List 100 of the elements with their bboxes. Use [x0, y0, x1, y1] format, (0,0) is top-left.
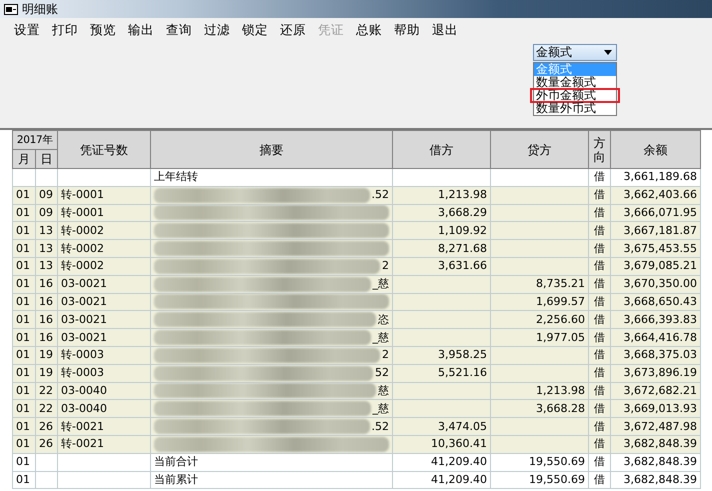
table-cell: 03-0021 — [58, 275, 151, 294]
column-header: 日 — [36, 150, 58, 168]
table-cell: 借 — [588, 168, 611, 186]
column-header: 月 — [12, 150, 36, 168]
table-cell: 52 — [375, 366, 390, 380]
table-cell: 01 — [12, 328, 36, 346]
menu-item[interactable]: 预览 — [84, 21, 122, 39]
table-cell: 上年结转 — [150, 168, 393, 186]
table-cell — [36, 453, 58, 472]
table-cell: 3,667,181.87 — [610, 222, 701, 240]
table-cell: 3,666,071.95 — [610, 204, 701, 222]
format-dropdown[interactable]: 金额式 — [533, 44, 617, 61]
table-cell: 16 — [36, 328, 58, 346]
window-icon — [4, 4, 18, 14]
table-cell: 慈 — [378, 384, 390, 398]
table-cell: 01 — [12, 471, 36, 489]
table-cell: 3,682,848.39 — [610, 471, 701, 489]
table-cell: 03-0021 — [58, 310, 151, 329]
table-cell: 3,673,896.19 — [610, 364, 701, 382]
table-cell: 3,662,403.66 — [610, 186, 701, 204]
table-cell: 借 — [588, 400, 611, 418]
table-cell: 03-0040 — [58, 382, 151, 400]
table-cell: 09 — [36, 186, 58, 204]
table-cell: 借 — [588, 240, 611, 258]
table-cell: 5,521.16 — [392, 364, 491, 382]
menu-item[interactable]: 帮助 — [388, 21, 426, 39]
table-cell: 16 — [36, 310, 58, 329]
menu-item[interactable]: 过滤 — [198, 21, 236, 39]
table-cell: 01 — [12, 186, 36, 204]
table-cell: 3,668,375.03 — [610, 346, 701, 364]
table-cell: 借 — [588, 328, 611, 346]
table-cell: 2 — [382, 259, 390, 274]
table-cell: 借 — [588, 257, 611, 276]
table-cell: 03-0021 — [58, 328, 151, 346]
caret-icon — [604, 50, 612, 55]
table-cell: 26 — [36, 435, 58, 454]
table-cell: 01 — [12, 346, 36, 364]
table-cell: 转-0002 — [58, 240, 151, 258]
table-cell: 3,675,453.55 — [610, 240, 701, 258]
table-cell: 借 — [588, 453, 611, 472]
table-cell: 借 — [588, 364, 611, 382]
table-cell: 26 — [36, 418, 58, 436]
table-cell: 3,474.05 — [392, 418, 491, 436]
table-cell: 1,213.98 — [490, 382, 589, 400]
table-cell: 1,213.98 — [392, 186, 491, 204]
table-cell: 01 — [12, 293, 36, 311]
table-cell: 借 — [588, 382, 611, 400]
table-cell: 转-0021 — [58, 418, 151, 436]
table-cell: 转-0002 — [58, 222, 151, 240]
table-cell: 01 — [12, 310, 36, 329]
table-cell: 13 — [36, 257, 58, 276]
table-cell: 转-0001 — [58, 186, 151, 204]
table-cell: 转-0003 — [58, 346, 151, 364]
table-cell: 3,668.28 — [490, 400, 589, 418]
table-cell: 恣 — [378, 312, 390, 327]
table-cell: 3,664,416.78 — [610, 328, 701, 346]
table-cell: 3,668.29 — [392, 204, 491, 222]
table-cell: 3,672,487.98 — [610, 418, 701, 436]
table-cell: 3,670,350.00 — [610, 275, 701, 294]
table-cell: 8,271.68 — [392, 240, 491, 258]
table-cell: _慈 — [372, 402, 390, 416]
table-cell: 16 — [36, 275, 58, 294]
table-cell: _慈 — [372, 330, 390, 345]
table-cell: 01 — [12, 275, 36, 294]
menu-item[interactable]: 打印 — [46, 21, 84, 39]
table-cell: 当前合计 — [150, 453, 393, 472]
column-header: 方向 — [588, 130, 611, 168]
column-header: 摘要 — [150, 130, 393, 168]
table-cell — [12, 168, 36, 186]
table-cell: 01 — [12, 257, 36, 276]
menu-item[interactable]: 设置 — [8, 21, 46, 39]
table-cell: 借 — [588, 346, 611, 364]
table-cell: 19 — [36, 364, 58, 382]
table-cell: 01 — [12, 418, 36, 436]
menu-item[interactable]: 锁定 — [236, 21, 274, 39]
window-title: 明细账 — [22, 1, 58, 18]
table-cell: 当前累计 — [150, 471, 393, 489]
table-cell: 3,958.25 — [392, 346, 491, 364]
menu-item[interactable]: 查询 — [160, 21, 198, 39]
table-cell: 03-0040 — [58, 400, 151, 418]
table-cell: 3,682,848.39 — [610, 453, 701, 472]
dropdown-option[interactable]: 数量金额式 — [534, 76, 616, 89]
table-cell: 借 — [588, 222, 611, 240]
menu-item[interactable]: 还原 — [274, 21, 312, 39]
menu-item[interactable]: 退出 — [426, 21, 464, 39]
table-cell — [36, 471, 58, 489]
table-cell: 3,666,393.83 — [610, 310, 701, 329]
table-cell: 01 — [12, 453, 36, 472]
table-cell: 8,735.21 — [490, 275, 589, 294]
menu-item[interactable]: 输出 — [122, 21, 160, 39]
table-cell: 41,209.40 — [392, 453, 491, 472]
table-cell: 转-0021 — [58, 435, 151, 454]
table-cell: 借 — [588, 435, 611, 454]
table-cell: 22 — [36, 400, 58, 418]
table-cell: 01 — [12, 364, 36, 382]
dropdown-option[interactable]: 数量外币式 — [534, 102, 616, 115]
table-cell: 1,109.92 — [392, 222, 491, 240]
table-cell: 41,209.40 — [392, 471, 491, 489]
menu-item[interactable]: 总账 — [350, 21, 388, 39]
table-cell: 借 — [588, 293, 611, 311]
